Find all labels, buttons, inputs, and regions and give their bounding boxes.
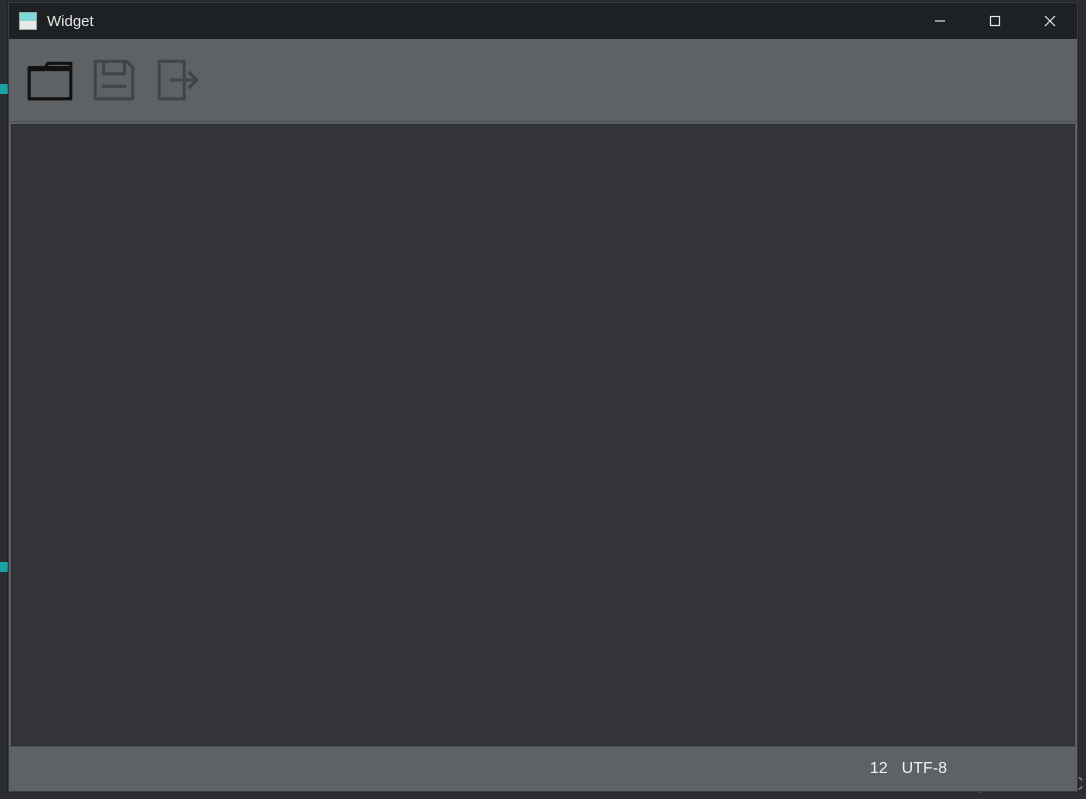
background-accent [0, 84, 8, 94]
export-icon [153, 55, 203, 105]
minimize-icon [934, 15, 946, 27]
window-title: Widget [47, 13, 94, 30]
folder-open-icon [25, 55, 75, 105]
status-line-count: 12 [870, 760, 888, 778]
editor-area[interactable] [11, 124, 1075, 746]
save-button[interactable] [87, 53, 141, 107]
save-icon [89, 55, 139, 105]
minimize-button[interactable] [912, 3, 967, 39]
status-encoding: UTF-8 [902, 760, 947, 778]
statusbar: 12 UTF-8 [9, 746, 1077, 791]
app-window: Widget [8, 2, 1078, 792]
close-button[interactable] [1022, 3, 1077, 39]
open-button[interactable] [23, 53, 77, 107]
maximize-icon [989, 15, 1001, 27]
app-icon [19, 12, 37, 30]
background-accent [0, 562, 8, 572]
close-icon [1044, 15, 1056, 27]
toolbar [9, 39, 1077, 122]
maximize-button[interactable] [967, 3, 1022, 39]
titlebar[interactable]: Widget [9, 3, 1077, 39]
export-button[interactable] [151, 53, 205, 107]
